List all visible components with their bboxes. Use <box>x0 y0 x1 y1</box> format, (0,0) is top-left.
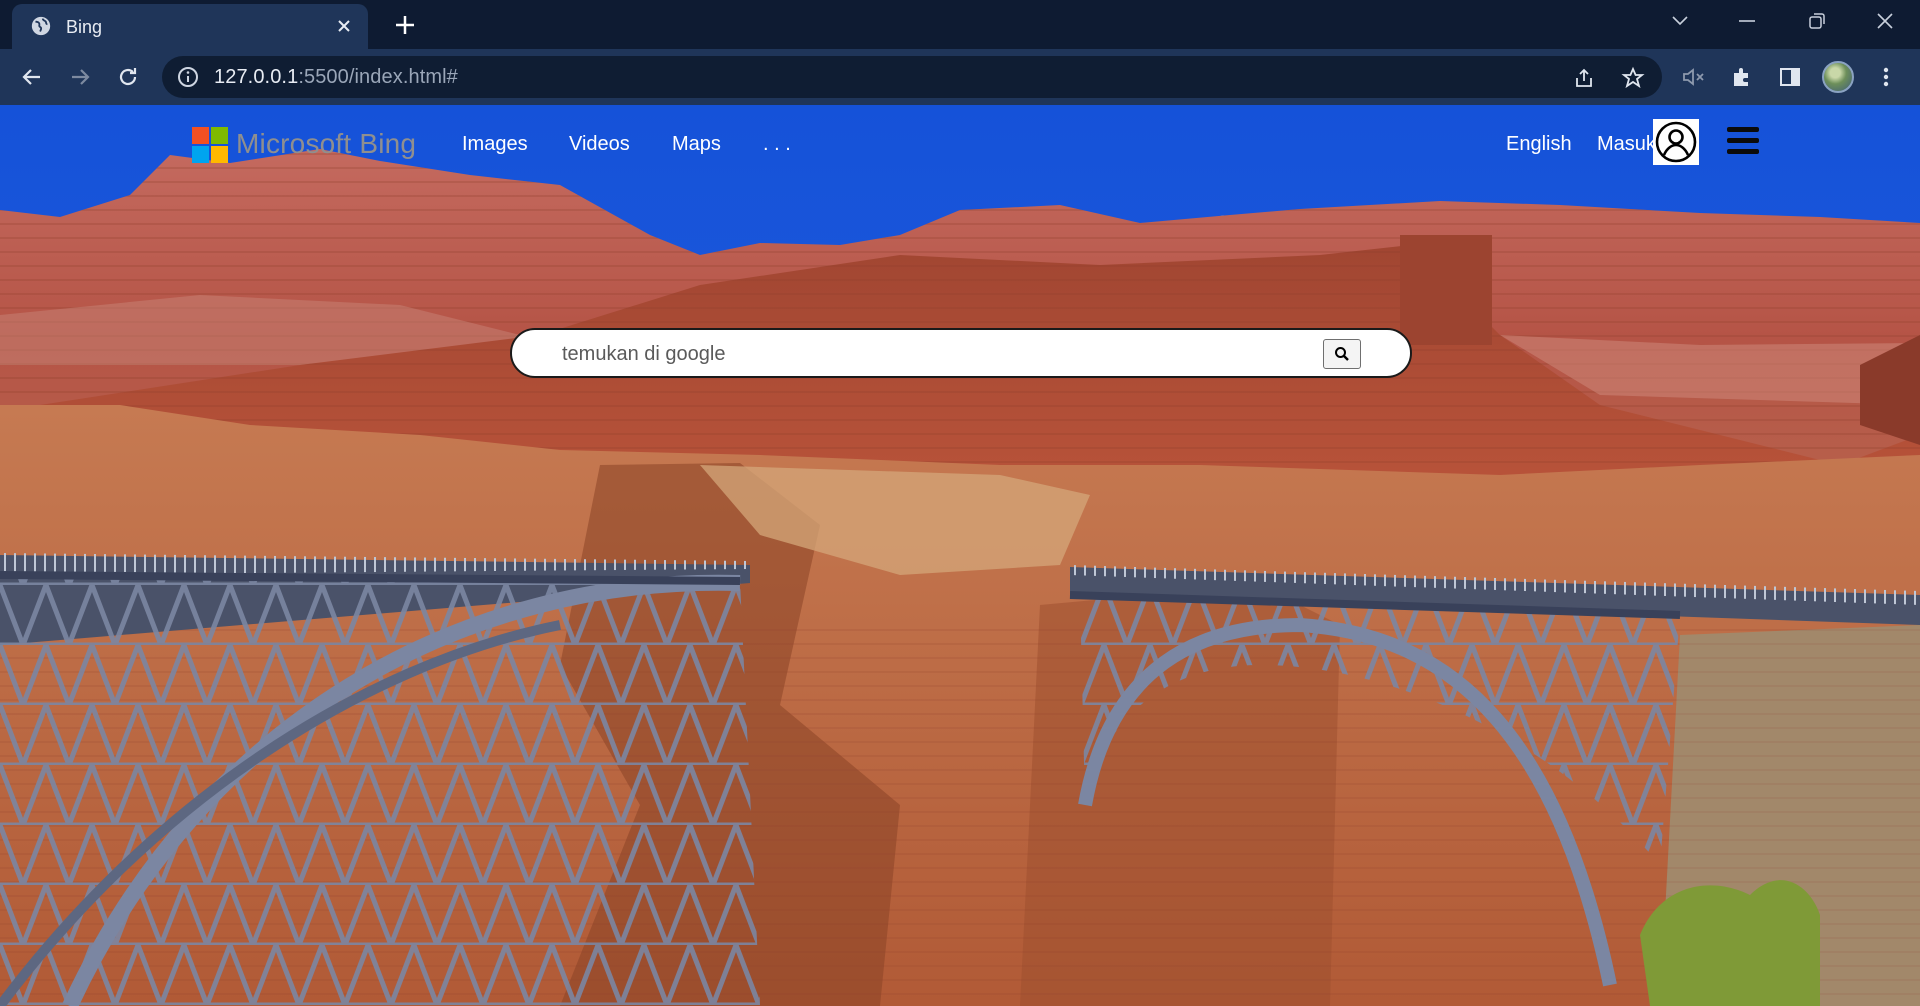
user-icon[interactable] <box>1653 119 1699 165</box>
brand-name[interactable]: Microsoft Bing <box>236 128 416 160</box>
page-viewport: Microsoft Bing Images Videos Maps . . . … <box>0 105 1920 1006</box>
signin-link[interactable]: Masuk <box>1597 133 1656 156</box>
tab-title: Bing <box>66 17 103 37</box>
reload-icon[interactable] <box>112 61 144 93</box>
window-close-icon[interactable] <box>1850 0 1920 42</box>
minimize-icon[interactable] <box>1712 0 1782 42</box>
address-bar[interactable]: 127.0.0.1:5500/index.html# <box>162 56 1662 98</box>
nav-maps[interactable]: Maps <box>672 133 721 156</box>
browser-tab[interactable]: Bing <box>12 4 368 49</box>
language-link[interactable]: English <box>1506 133 1572 156</box>
background-image <box>0 105 1920 1006</box>
share-icon[interactable] <box>1572 65 1598 91</box>
profile-icon[interactable] <box>1822 61 1854 93</box>
forward-icon[interactable] <box>64 61 96 93</box>
kebab-icon[interactable] <box>1870 61 1902 93</box>
browser-toolbar: 127.0.0.1:5500/index.html# <box>0 49 1920 105</box>
chevron-down-icon[interactable] <box>1645 0 1715 42</box>
star-icon[interactable] <box>1620 65 1646 91</box>
globe-icon <box>31 16 51 36</box>
search-icon <box>1335 347 1349 361</box>
mute-icon[interactable] <box>1678 61 1710 93</box>
restore-icon[interactable] <box>1782 0 1852 42</box>
back-icon[interactable] <box>16 61 48 93</box>
extensions-icon[interactable] <box>1726 61 1758 93</box>
microsoft-logo-icon[interactable] <box>192 127 228 163</box>
nav-more[interactable]: . . . <box>763 133 791 156</box>
sidepanel-icon[interactable] <box>1774 61 1806 93</box>
hamburger-icon[interactable] <box>1727 127 1759 155</box>
url-host: 127.0.0.1 <box>214 66 299 88</box>
search-button[interactable] <box>1323 339 1361 369</box>
info-icon[interactable] <box>176 65 200 89</box>
close-icon[interactable] <box>330 12 358 40</box>
url-path: :5500/index.html# <box>298 66 458 88</box>
browser-tab-strip: Bing <box>0 0 1920 49</box>
search-box <box>510 328 1412 378</box>
nav-videos[interactable]: Videos <box>569 133 630 156</box>
search-input[interactable] <box>562 341 1322 367</box>
plus-icon[interactable] <box>390 10 420 40</box>
site-header: Microsoft Bing Images Videos Maps . . . … <box>0 105 1920 185</box>
nav-images[interactable]: Images <box>462 133 528 156</box>
url-text[interactable]: 127.0.0.1:5500/index.html# <box>214 66 458 89</box>
